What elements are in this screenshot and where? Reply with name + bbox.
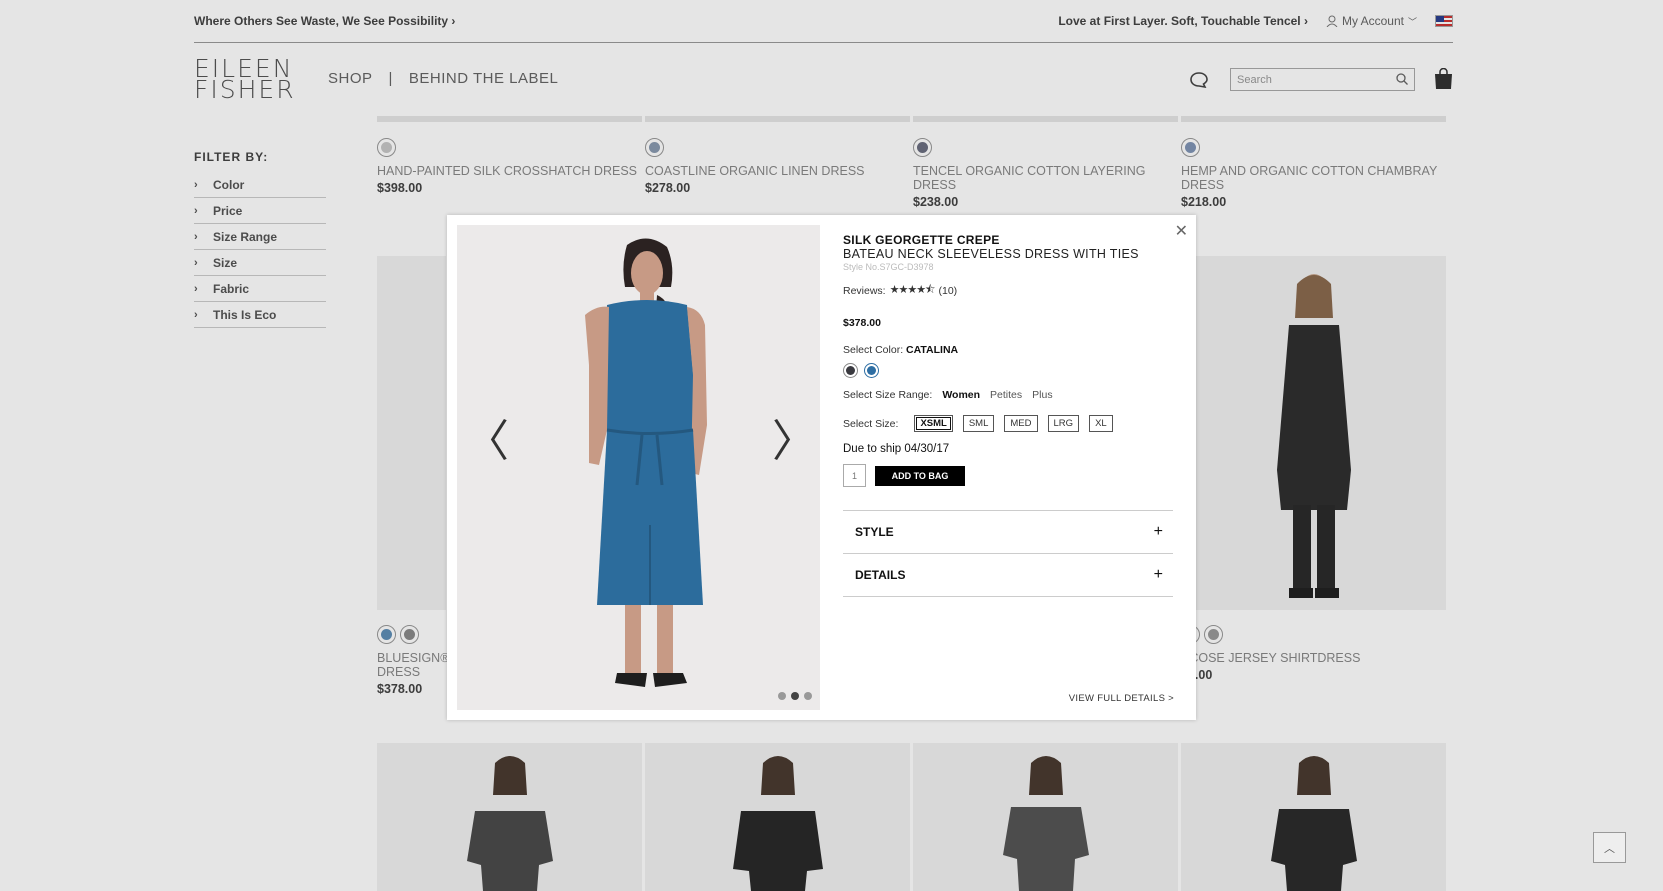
size-range-women[interactable]: Women [942,389,980,401]
size-xl[interactable]: XL [1089,415,1113,432]
size-xsml[interactable]: XSML [914,415,953,432]
color-swatch-catalina[interactable] [864,363,879,378]
add-to-bag-row: 1 ADD TO BAG [843,464,1173,487]
size-range-petites[interactable]: Petites [990,389,1022,401]
size-selector: Select Size: XSML SML MED LRG XL [843,415,1173,432]
size-range-selector: Select Size Range: Women Petites Plus [843,389,1173,401]
carousel-dot[interactable] [804,692,812,700]
reviews-count[interactable]: (10) [938,285,957,297]
reviews: Reviews: ★★★★⯪ (10) [843,281,1173,300]
reviews-label: Reviews: [843,284,886,297]
carousel-dot-active[interactable] [791,692,799,700]
size-range-label: Select Size Range: [843,389,933,401]
product-title-line1: SILK GEORGETTE CREPE [843,233,1000,247]
model-figure [585,238,707,687]
size-range-plus[interactable]: Plus [1032,389,1052,401]
carousel-dots [778,692,812,700]
product-image-carousel[interactable]: 〈 〉 [457,225,820,710]
quick-view-modal: ✕ 〈 〉 SILK GEORGETTE CREPE BATEAU NECK S… [447,215,1196,720]
plus-icon: + [1153,523,1163,540]
color-label: Select Color: [843,344,904,356]
ship-date: Due to ship 04/30/17 [843,443,950,455]
product-title-line2: BATEAU NECK SLEEVELESS DRESS WITH TIES [843,247,1139,261]
chevron-up-icon: ︿ [1604,842,1615,855]
carousel-dot[interactable] [778,692,786,700]
size-med[interactable]: MED [1004,415,1038,432]
product-details-panel: SILK GEORGETTE CREPE BATEAU NECK SLEEVEL… [843,233,1173,597]
accordion-details[interactable]: DETAILS + [843,554,1173,597]
size-lrg[interactable]: LRG [1047,415,1080,432]
view-full-details-link[interactable]: VIEW FULL DETAILS > [1069,693,1174,704]
add-to-bag-button[interactable]: ADD TO BAG [875,465,965,486]
product-price: $378.00 [843,317,881,329]
scroll-to-top-button[interactable]: ︿ [1593,832,1626,863]
chevron-right-icon[interactable]: 〉 [772,405,816,469]
plus-icon: + [1153,566,1163,583]
color-swatch-dark[interactable] [843,363,858,378]
quantity-input[interactable]: 1 [843,464,866,487]
color-swatches [843,363,1173,378]
color-selector: Select Color: CATALINA [843,344,1173,356]
size-label: Select Size: [843,417,899,430]
color-value: CATALINA [906,344,959,356]
close-icon[interactable]: ✕ [1175,221,1188,241]
star-rating-icon[interactable]: ★★★★⯪ [890,281,936,300]
chevron-left-icon[interactable]: 〈 [465,405,509,469]
accordion: STYLE + DETAILS + [843,510,1173,597]
accordion-style[interactable]: STYLE + [843,511,1173,554]
style-number: Style No.S7GC-D3978 [843,262,934,272]
size-sml[interactable]: SML [962,415,995,432]
